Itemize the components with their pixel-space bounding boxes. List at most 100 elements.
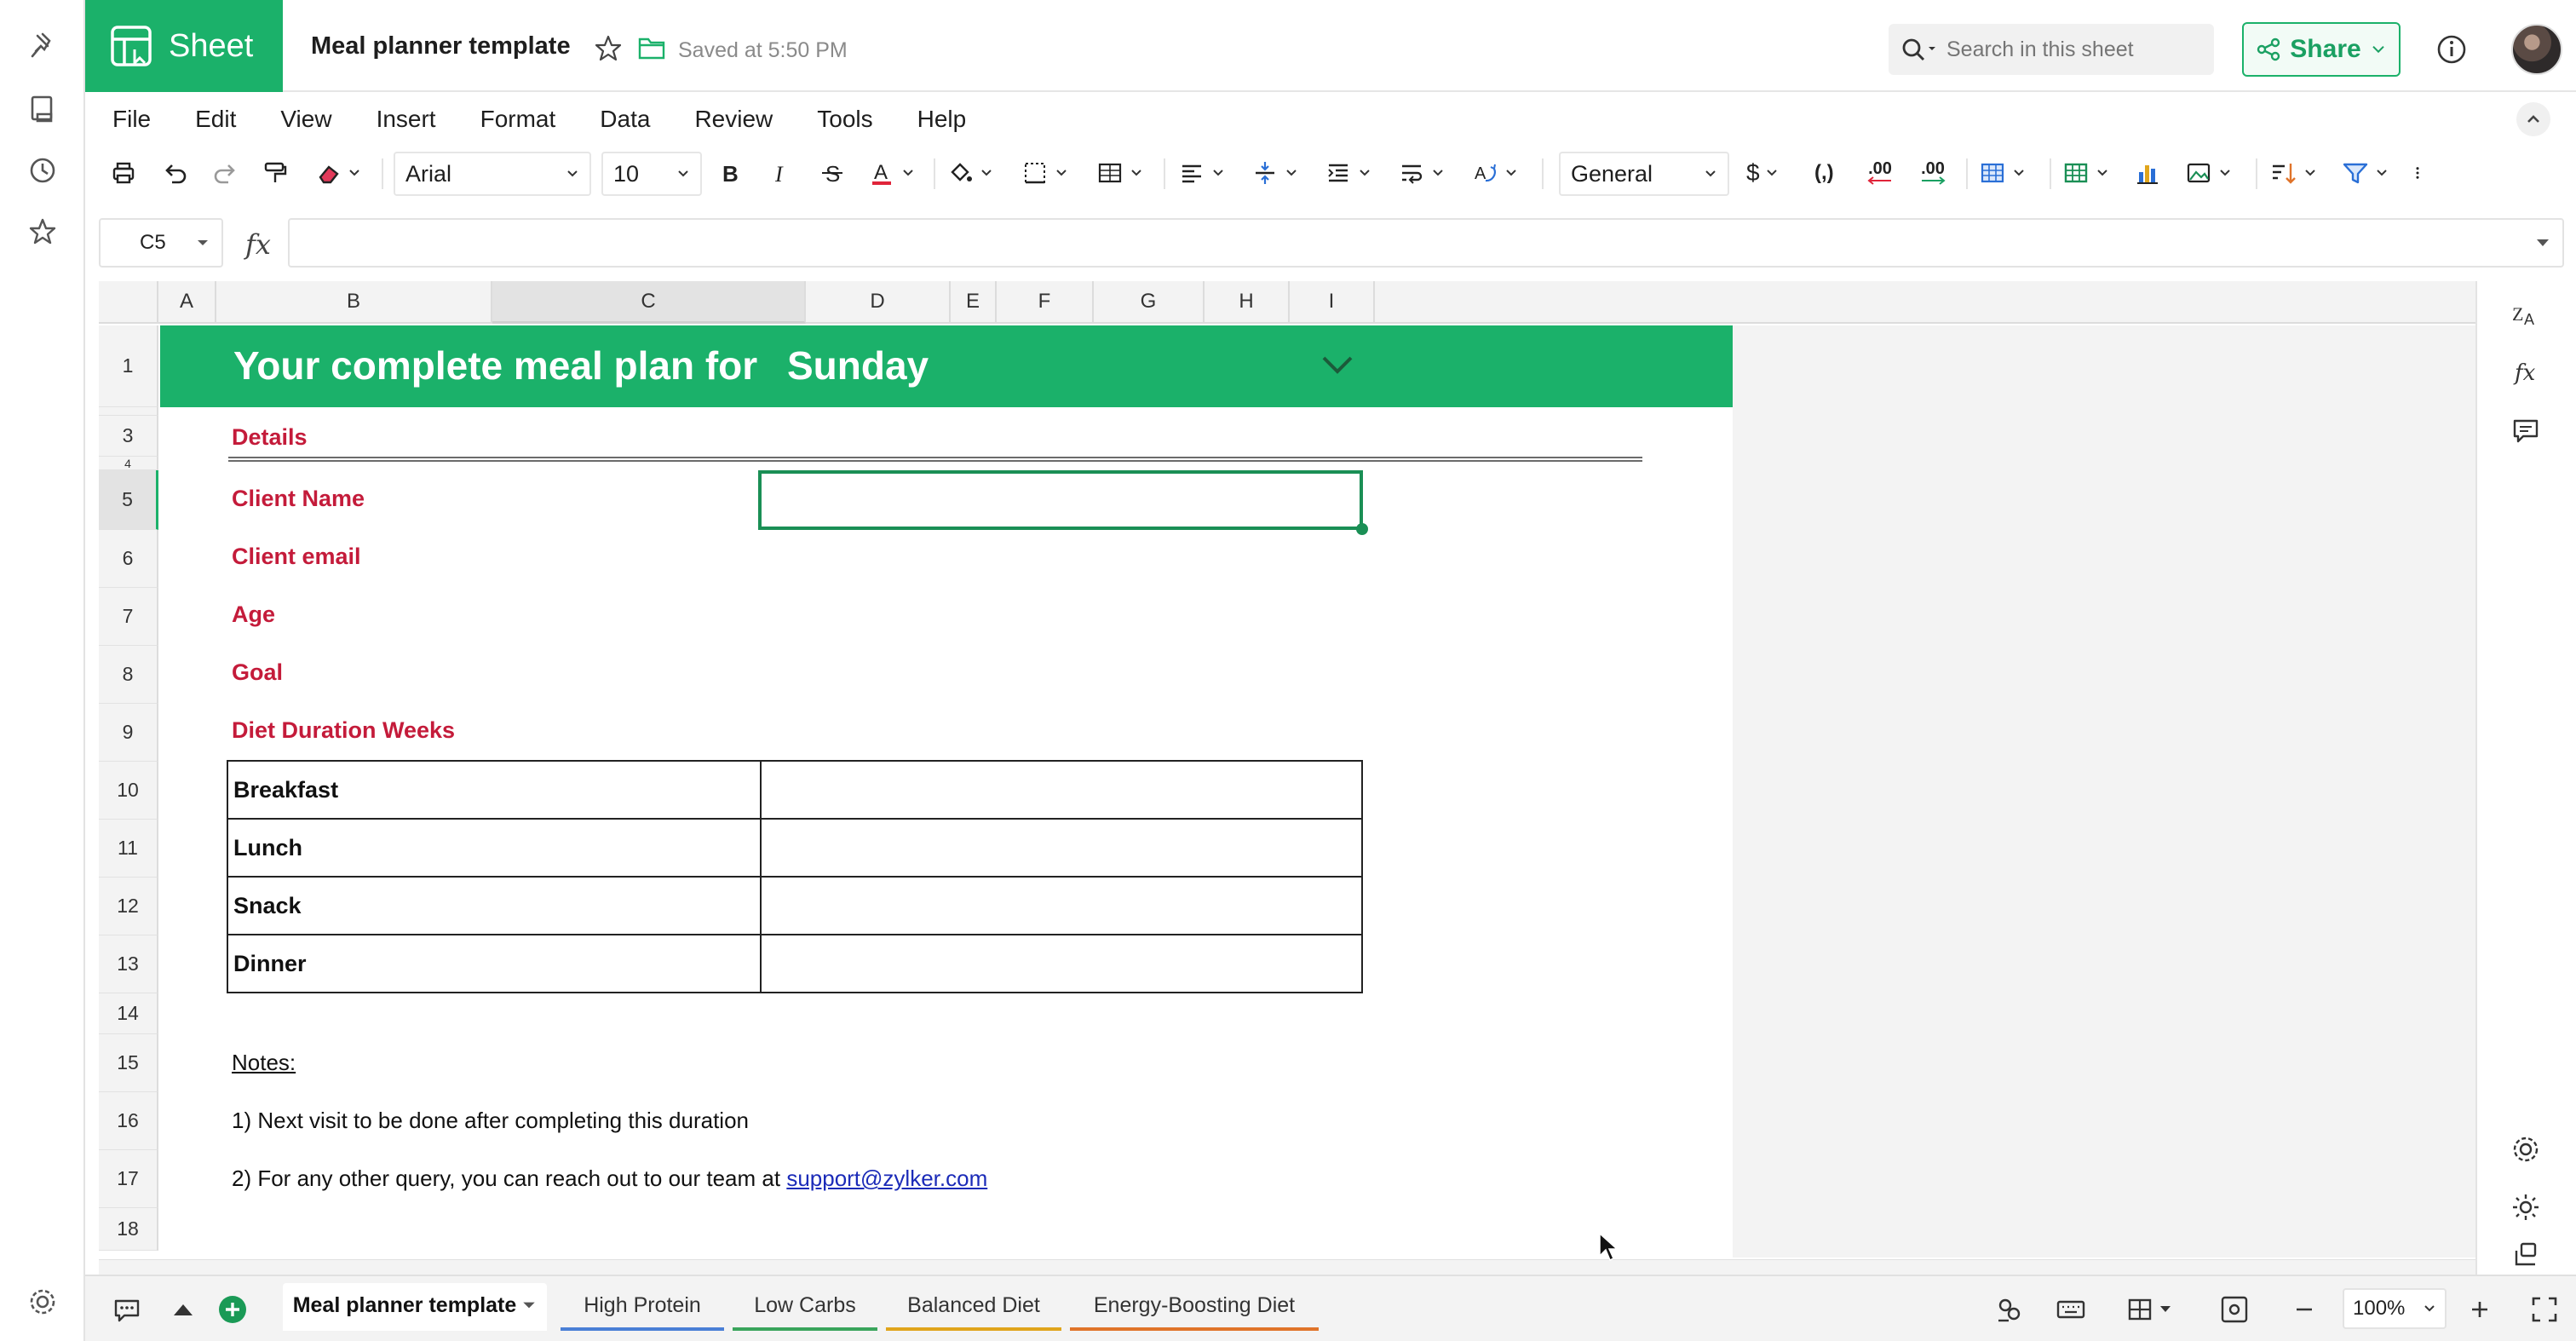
table-row[interactable]: Dinner — [228, 935, 1361, 993]
column-header-a[interactable]: A — [158, 281, 216, 324]
folder-icon[interactable] — [637, 34, 666, 61]
menu-file[interactable]: File — [112, 106, 151, 133]
row-header-15[interactable]: 15 — [99, 1034, 158, 1092]
cloud-drive-icon[interactable] — [26, 92, 60, 126]
star-icon[interactable] — [594, 34, 623, 63]
clear-format-button[interactable] — [313, 153, 361, 193]
text-wrap-button[interactable] — [1397, 153, 1445, 193]
column-header-c[interactable]: C — [492, 281, 806, 324]
fit-to-screen-icon[interactable] — [2218, 1293, 2251, 1326]
document-title[interactable]: Meal planner template — [311, 32, 571, 60]
support-email-link[interactable]: support@zylker.com — [786, 1165, 987, 1191]
menu-tools[interactable]: Tools — [817, 106, 872, 133]
brand-logo[interactable]: Sheet — [85, 0, 283, 92]
insert-chart-button[interactable] — [2133, 153, 2162, 193]
keyboard-icon[interactable] — [2055, 1293, 2087, 1326]
add-sheet-icon[interactable] — [216, 1293, 249, 1326]
menu-edit[interactable]: Edit — [195, 106, 236, 133]
more-options-button[interactable] — [2409, 153, 2426, 193]
row-header-7[interactable]: 7 — [99, 588, 158, 646]
formula-input[interactable] — [288, 218, 2564, 268]
search-box[interactable] — [1889, 24, 2214, 75]
zoom-select[interactable]: 100% — [2343, 1288, 2447, 1329]
column-header-b[interactable]: B — [216, 281, 492, 324]
vertical-align-button[interactable] — [1251, 153, 1298, 193]
fill-color-button[interactable] — [946, 153, 993, 193]
row-header-13[interactable]: 13 — [99, 935, 158, 993]
row-header-16[interactable]: 16 — [99, 1092, 158, 1150]
caret-down-icon[interactable] — [2535, 237, 2550, 249]
row-header-2[interactable] — [99, 407, 158, 416]
row-header-17[interactable]: 17 — [99, 1150, 158, 1208]
translate-icon[interactable]: ZA — [2510, 298, 2542, 331]
sheet-list-up-icon[interactable] — [167, 1293, 199, 1326]
sheet-tab-energy-boosting-diet[interactable]: Energy-Boosting Diet — [1070, 1283, 1319, 1331]
chat-icon[interactable] — [111, 1293, 143, 1326]
row-header-8[interactable]: 8 — [99, 646, 158, 704]
row-header-3[interactable]: 3 — [99, 416, 158, 457]
bold-button[interactable]: B — [716, 153, 745, 193]
function-list-icon[interactable]: fx — [2510, 356, 2542, 388]
italic-button[interactable]: I — [767, 153, 796, 193]
name-box[interactable]: C5 — [99, 218, 223, 268]
menu-help[interactable]: Help — [917, 106, 967, 133]
column-header-h[interactable]: H — [1205, 281, 1290, 324]
sheet-tab-low-carbs[interactable]: Low Carbs — [733, 1283, 877, 1331]
print-button[interactable] — [109, 153, 138, 193]
fill-handle[interactable] — [1356, 523, 1368, 535]
sheet-tab-meal-planner-template[interactable]: Meal planner template — [283, 1283, 547, 1331]
insert-image-button[interactable] — [2184, 153, 2232, 193]
automation-gear-icon[interactable] — [2510, 1133, 2542, 1165]
fullscreen-icon[interactable] — [2528, 1293, 2561, 1326]
font-size-select[interactable]: 10 — [601, 152, 702, 196]
strikethrough-button[interactable]: S — [818, 153, 847, 193]
column-header-e[interactable]: E — [951, 281, 997, 324]
comments-icon[interactable] — [2510, 414, 2542, 446]
row-header-12[interactable]: 12 — [99, 878, 158, 935]
meal-dinner-value[interactable] — [760, 935, 1361, 993]
zoom-in-icon[interactable] — [2464, 1293, 2496, 1326]
row-header-9[interactable]: 9 — [99, 704, 158, 762]
horizontal-scrollbar[interactable] — [99, 1259, 2475, 1275]
sort-button[interactable] — [2269, 153, 2317, 193]
meal-lunch-value[interactable] — [760, 820, 1361, 878]
search-input[interactable] — [1946, 37, 2202, 62]
export-icon[interactable] — [2510, 1239, 2542, 1271]
share-button[interactable]: Share — [2242, 22, 2401, 77]
chevron-down-icon[interactable] — [1319, 349, 1356, 380]
row-header-6[interactable]: 6 — [99, 530, 158, 588]
meal-snack-value[interactable] — [760, 878, 1361, 935]
function-fx-icon[interactable]: fx — [245, 228, 271, 261]
magic-pin-icon[interactable] — [26, 31, 60, 65]
menu-insert[interactable]: Insert — [377, 106, 436, 133]
info-icon[interactable] — [2436, 34, 2467, 65]
freeze-panes-icon[interactable] — [2126, 1293, 2177, 1326]
insert-table-button[interactable] — [2061, 153, 2109, 193]
collapse-toolbar-button[interactable] — [2516, 102, 2550, 136]
spreadsheet-grid[interactable]: A B C D E F G H I 1 3 4 5 6 7 8 9 10 11 … — [99, 281, 2475, 1258]
zoom-out-icon[interactable] — [2288, 1293, 2320, 1326]
theme-sun-icon[interactable] — [2510, 1191, 2542, 1223]
meal-breakfast-value[interactable] — [760, 762, 1361, 820]
number-format-select[interactable]: General — [1559, 152, 1729, 196]
user-avatar[interactable] — [2511, 24, 2562, 75]
column-header-f[interactable]: F — [997, 281, 1094, 324]
favorites-star-icon[interactable] — [26, 215, 60, 249]
menu-format[interactable]: Format — [480, 106, 556, 133]
font-family-select[interactable]: Arial — [394, 152, 591, 196]
sheet-tab-high-protein[interactable]: High Protein — [561, 1283, 724, 1331]
row-header-5[interactable]: 5 — [99, 470, 158, 530]
row-header-14[interactable]: 14 — [99, 993, 158, 1034]
active-cell-c5[interactable] — [758, 470, 1363, 530]
table-row[interactable]: Breakfast — [228, 762, 1361, 820]
merge-cells-button[interactable] — [1095, 153, 1143, 193]
menu-view[interactable]: View — [280, 106, 331, 133]
text-rotation-button[interactable]: A — [1470, 153, 1518, 193]
column-header-i[interactable]: I — [1290, 281, 1375, 324]
increase-decimal-button[interactable]: .00 — [1918, 153, 1947, 193]
row-header-10[interactable]: 10 — [99, 762, 158, 820]
paint-format-button[interactable] — [261, 153, 290, 193]
row-header-4[interactable]: 4 — [99, 457, 158, 470]
text-color-button[interactable]: A — [867, 153, 915, 193]
borders-button[interactable] — [1021, 153, 1068, 193]
